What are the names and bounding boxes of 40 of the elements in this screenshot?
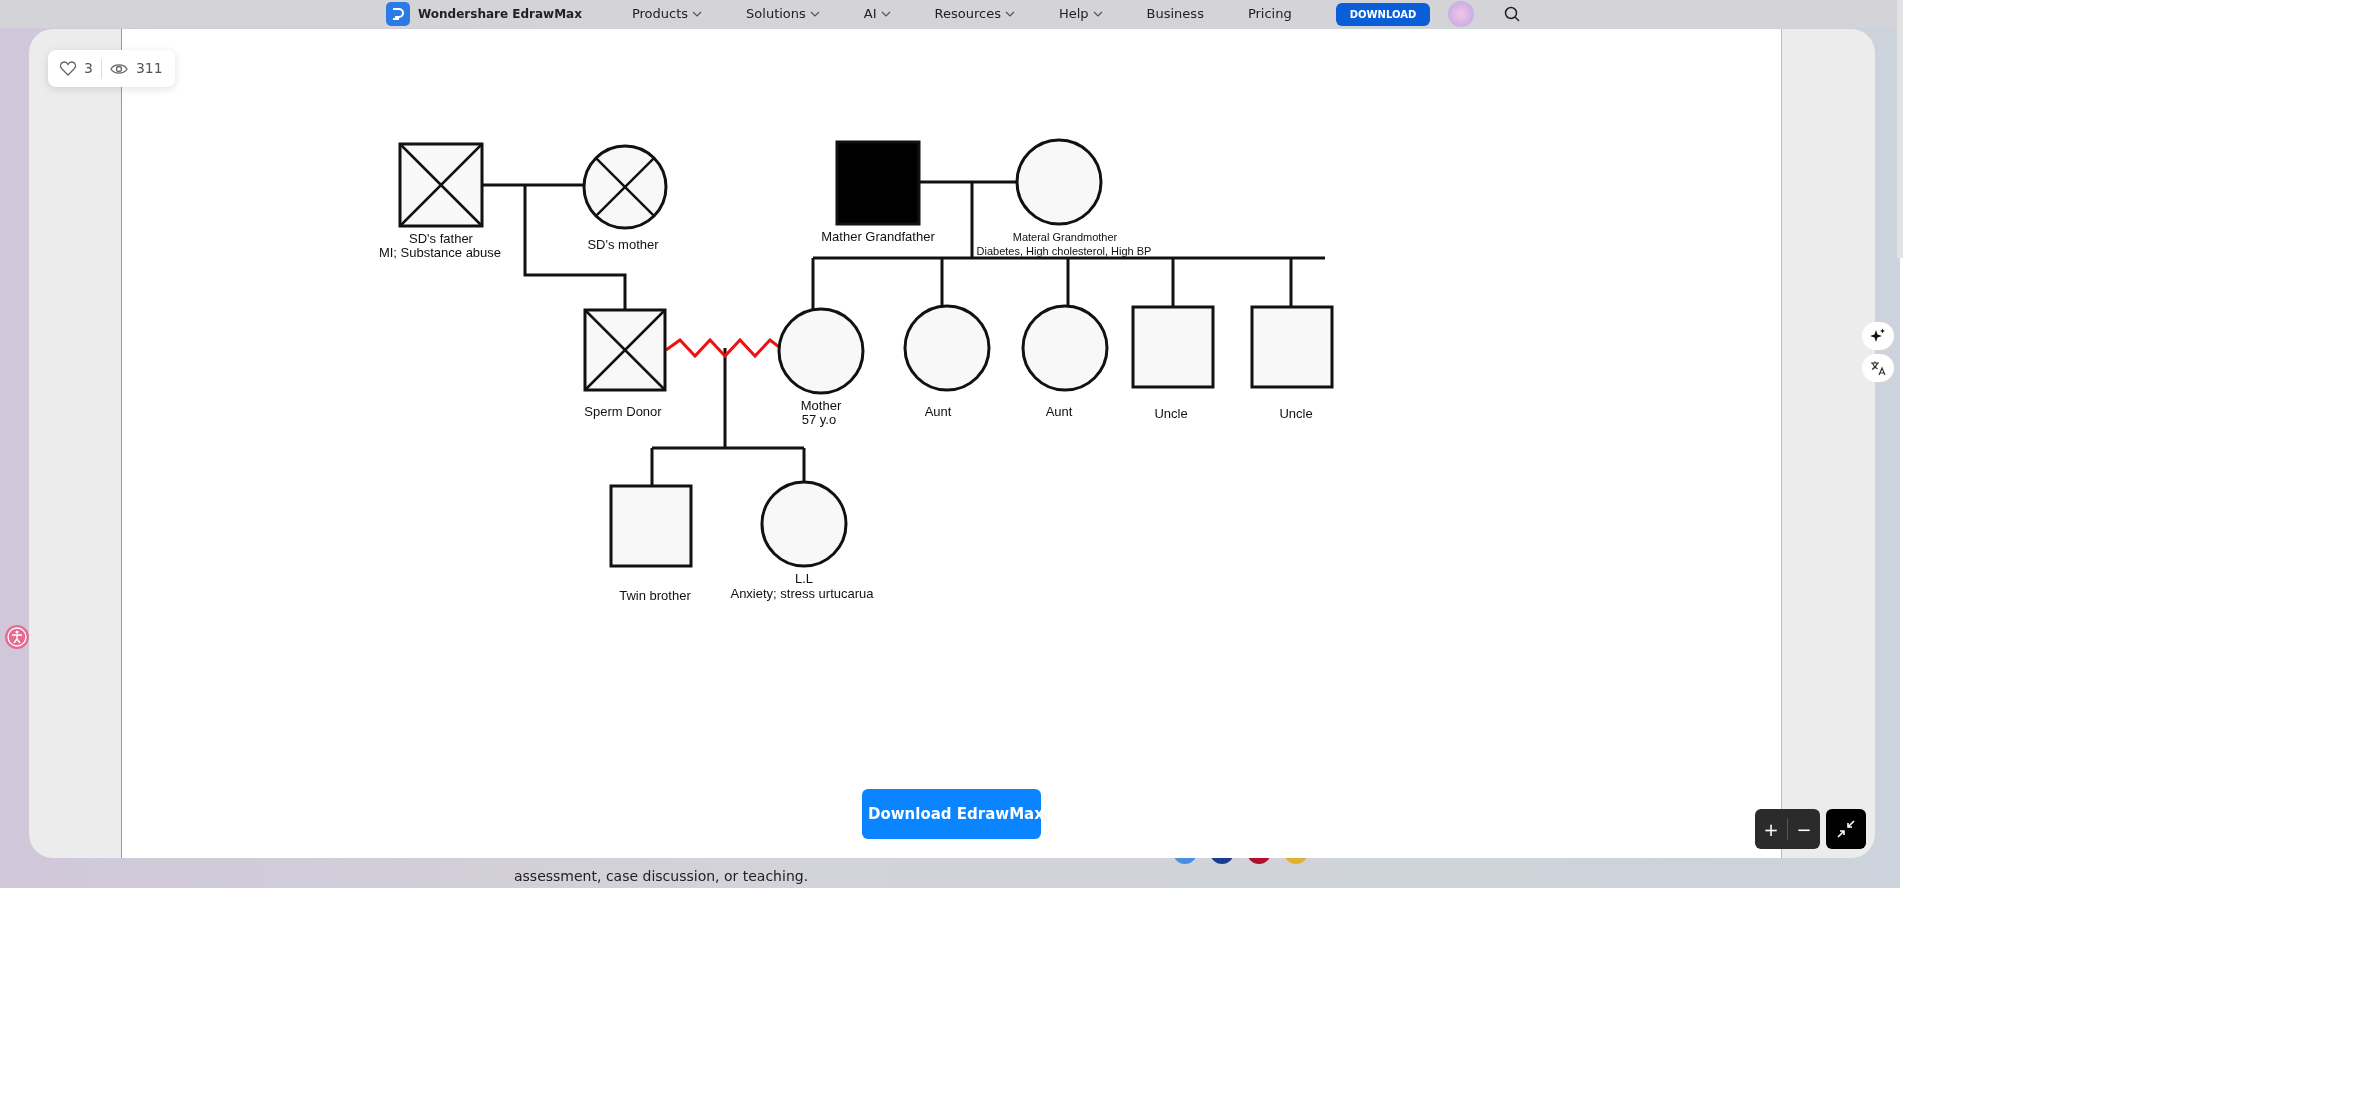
person-name: Aunt xyxy=(924,404,952,420)
person-name: SD's father xyxy=(409,231,473,247)
person-name: Aunt xyxy=(1045,404,1073,420)
nav-link[interactable]: Products xyxy=(631,4,703,24)
heart-icon[interactable] xyxy=(60,61,76,76)
nav-link[interactable]: Solutions xyxy=(746,4,820,24)
translate-icon[interactable] xyxy=(1862,354,1894,382)
person-name: Uncle xyxy=(1154,406,1188,422)
brand-name[interactable]: Wondershare EdrawMax xyxy=(418,5,582,23)
person-name: Twin brother xyxy=(619,588,691,604)
download-button[interactable]: Download EdrawMax xyxy=(862,789,1041,839)
views-count: 311 xyxy=(135,59,163,78)
sparkle-icon[interactable] xyxy=(1862,322,1894,350)
person-name: Mother xyxy=(800,398,842,414)
person-name: Sperm Donor xyxy=(584,404,662,420)
person-note: Anxiety; stress urtucarua xyxy=(730,586,874,602)
likes-count: 3 xyxy=(84,59,93,78)
nav-link[interactable]: Resources xyxy=(934,4,1015,24)
person-note: 57 y.o xyxy=(801,412,837,428)
search-icon[interactable] xyxy=(1504,6,1521,22)
person-name: SD's mother xyxy=(587,237,659,253)
logo-icon[interactable] xyxy=(386,2,410,26)
person-name: Mather Grandfather xyxy=(821,229,935,245)
accessibility-icon[interactable] xyxy=(4,624,30,650)
scrollbar[interactable] xyxy=(1897,0,1903,258)
person-name: Uncle xyxy=(1279,406,1313,422)
person-note: Diabetes, High cholesterol, High BP xyxy=(976,244,1152,257)
zoom-out-button[interactable]: − xyxy=(1788,815,1820,843)
collapse-icon[interactable] xyxy=(1826,809,1866,849)
nav-link[interactable]: AI xyxy=(863,4,891,24)
person-name: Materal Grandmother xyxy=(1012,230,1118,243)
eye-icon xyxy=(109,62,128,75)
nav-link[interactable]: Help xyxy=(1058,4,1103,24)
nav-link[interactable]: Pricing xyxy=(1247,4,1292,24)
nav-link[interactable]: Business xyxy=(1146,4,1204,24)
zoom-in-button[interactable]: + xyxy=(1755,815,1787,843)
person-note: MI; Substance abuse xyxy=(378,245,502,261)
description-text: assessment, case discussion, or teaching. xyxy=(514,867,809,886)
person-name: L.L xyxy=(794,571,814,587)
download-nav-button[interactable]: DOWNLOAD xyxy=(1335,2,1431,26)
